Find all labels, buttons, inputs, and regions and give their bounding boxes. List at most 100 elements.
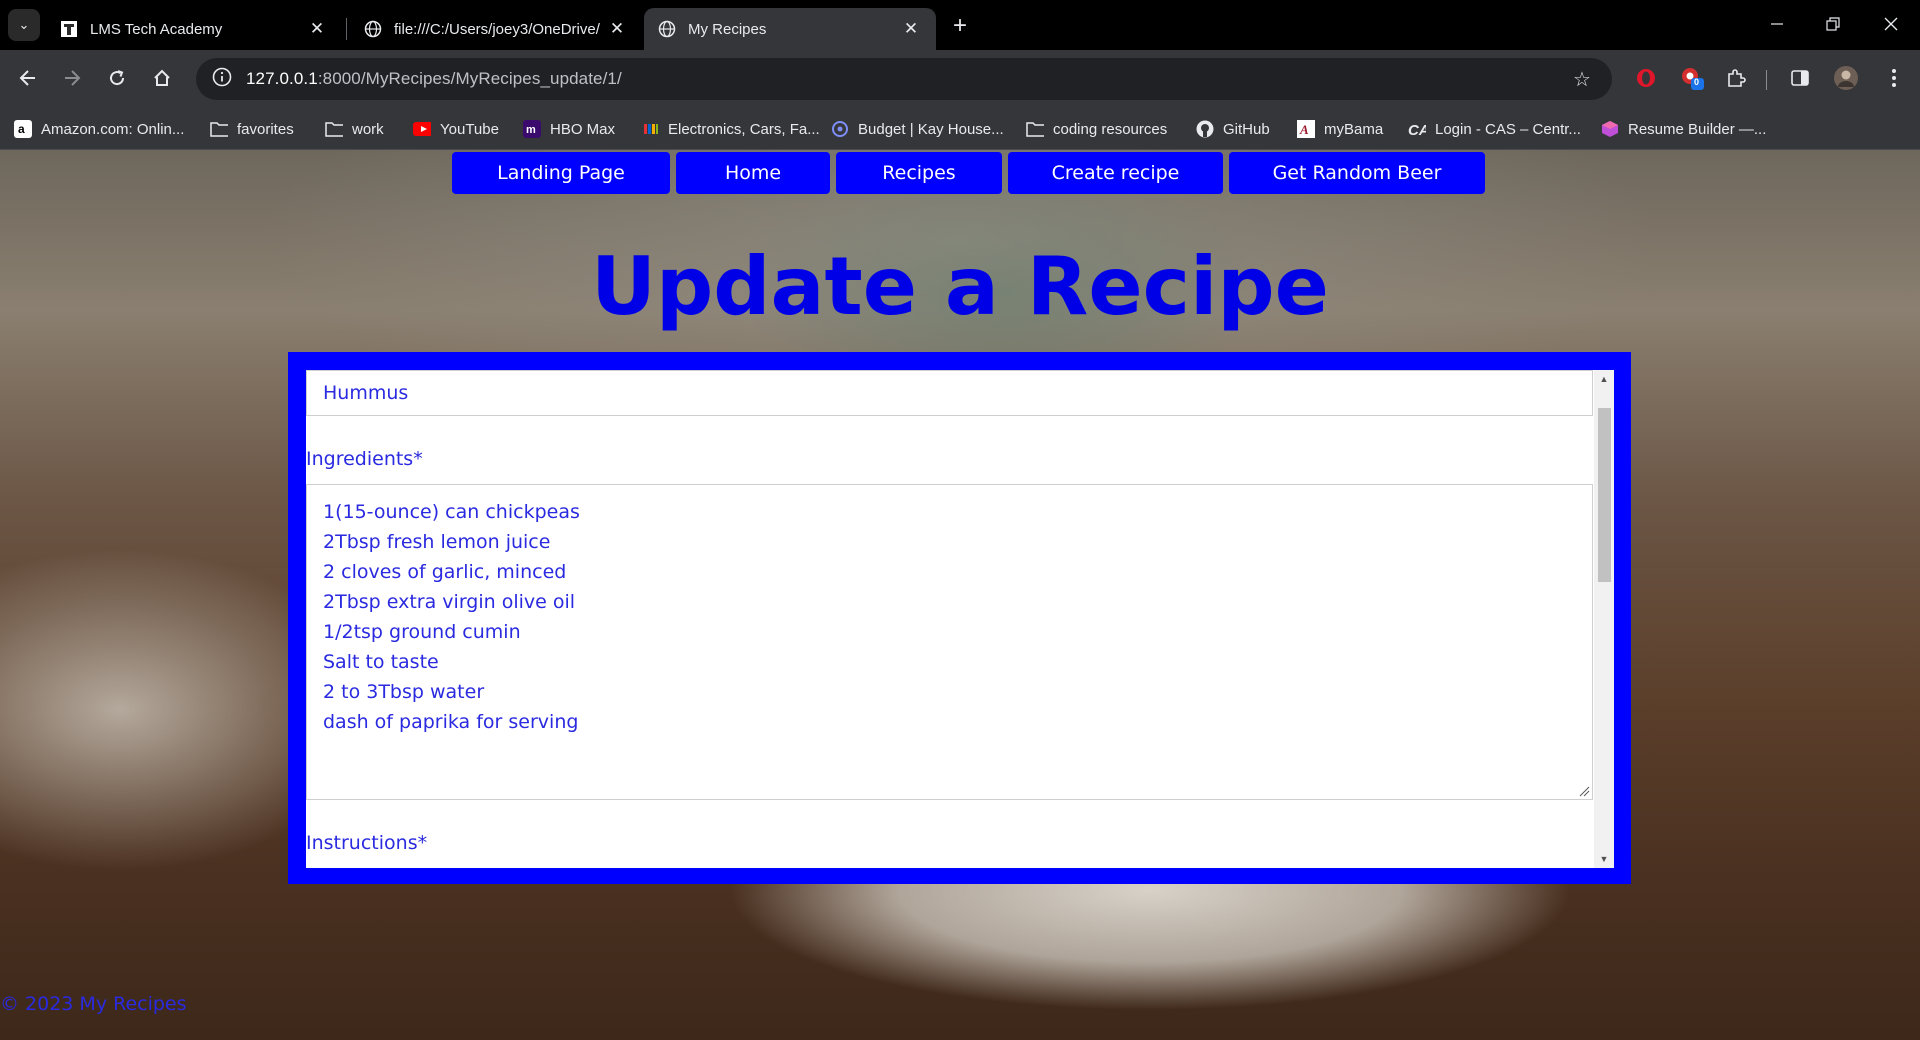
ingredient-line: 1(15-ounce) can chickpeas	[323, 501, 580, 523]
bookmarks-bar: a Amazon.com: Onlin... favorites work Yo…	[0, 108, 1920, 150]
recipe-form-frame: Hummus Ingredients* 1(15-ounce) can chic…	[288, 352, 1631, 884]
close-tab-icon[interactable]: ✕	[900, 18, 922, 40]
scrollbar-thumb[interactable]	[1598, 408, 1611, 582]
back-button[interactable]	[12, 62, 44, 94]
restore-icon	[1826, 17, 1840, 31]
bookmark-label: Amazon.com: Onlin...	[41, 120, 185, 138]
ingredients-textarea[interactable]: 1(15-ounce) can chickpeas 2Tbsp fresh le…	[306, 484, 1593, 800]
minimize-icon	[1771, 23, 1783, 25]
extension-badge-icon[interactable]: 0	[1678, 64, 1706, 92]
instructions-label: Instructions*	[306, 832, 428, 854]
resize-handle-icon[interactable]	[1578, 785, 1590, 797]
bookmark-hbo-max[interactable]: m HBO Max	[523, 116, 615, 142]
url-path: :8000/MyRecipes/MyRecipes_update/1/	[317, 69, 622, 88]
bookmark-folder-work[interactable]: work	[325, 116, 384, 142]
tab-title: file:///C:/Users/joey3/OneDrive/	[394, 20, 600, 38]
site-info-icon[interactable]	[212, 67, 232, 92]
bookmark-label: Resume Builder —...	[1628, 120, 1767, 138]
bookmark-label: coding resources	[1053, 120, 1168, 138]
bookmark-label: Login - CAS – Centr...	[1435, 120, 1581, 138]
folder-icon	[210, 120, 228, 138]
tab-search-button[interactable]: ⌄	[8, 9, 40, 41]
reload-button[interactable]	[101, 62, 133, 94]
ingredient-line: 1/2tsp ground cumin	[323, 621, 521, 643]
tab-lms-tech-academy[interactable]: LMS Tech Academy ✕	[46, 8, 342, 50]
bookmark-mybama[interactable]: A myBama	[1297, 116, 1383, 142]
side-panel-icon[interactable]	[1786, 64, 1814, 92]
forward-arrow-icon	[65, 70, 81, 86]
ingredient-line: 2Tbsp fresh lemon juice	[323, 531, 551, 553]
svg-text:m: m	[526, 124, 536, 136]
nav-create-recipe[interactable]: Create recipe	[1008, 152, 1223, 194]
bookmark-label: YouTube	[440, 120, 499, 138]
github-icon	[1196, 120, 1214, 138]
extensions-puzzle-icon[interactable]	[1722, 64, 1750, 92]
home-icon	[154, 69, 170, 86]
nav-home[interactable]: Home	[676, 152, 830, 194]
nav-recipes[interactable]: Recipes	[836, 152, 1002, 194]
address-bar[interactable]: 127.0.0.1:8000/MyRecipes/MyRecipes_updat…	[196, 58, 1612, 100]
svg-text:CAS: CAS	[1408, 122, 1426, 138]
recipe-name-input[interactable]: Hummus	[306, 370, 1593, 416]
bookmark-budget[interactable]: Budget | Kay House...	[831, 116, 1004, 142]
close-tab-icon[interactable]: ✕	[606, 18, 628, 40]
recipe-form: Hummus Ingredients* 1(15-ounce) can chic…	[306, 370, 1614, 868]
profile-avatar-icon[interactable]	[1832, 64, 1860, 92]
nav-landing-page[interactable]: Landing Page	[452, 152, 670, 194]
tab-title: LMS Tech Academy	[90, 20, 223, 38]
restore-button[interactable]	[1810, 8, 1856, 40]
back-arrow-icon	[19, 70, 35, 86]
alabama-icon: A	[1297, 120, 1315, 138]
hbo-max-icon: m	[523, 120, 541, 138]
ingredient-line: Salt to taste	[323, 651, 439, 673]
minimize-button[interactable]	[1754, 8, 1800, 40]
close-tab-icon[interactable]: ✕	[306, 18, 328, 40]
bookmark-folder-favorites[interactable]: favorites	[210, 116, 294, 142]
extension-badge-count: 0	[1694, 77, 1700, 87]
svg-text:a: a	[18, 122, 25, 136]
svg-text:A: A	[1299, 122, 1309, 137]
bookmark-label: GitHub	[1223, 120, 1270, 138]
form-scrollbar[interactable]: ▲ ▼	[1594, 370, 1614, 868]
bookmark-folder-coding[interactable]: coding resources	[1026, 116, 1167, 142]
bookmark-ebay[interactable]: Electronics, Cars, Fa...	[641, 116, 820, 142]
budget-icon	[831, 120, 849, 138]
ingredient-line: dash of paprika for serving	[323, 711, 579, 733]
bookmark-label: HBO Max	[550, 120, 616, 138]
bookmark-label: work	[352, 120, 384, 138]
nav-get-random-beer[interactable]: Get Random Beer	[1229, 152, 1485, 194]
scroll-down-icon[interactable]: ▼	[1594, 850, 1614, 868]
bookmark-cas-login[interactable]: CAS Login - CAS – Centr...	[1408, 116, 1581, 142]
new-tab-button[interactable]: +	[946, 12, 974, 40]
lms-favicon-icon	[60, 20, 78, 38]
ingredient-line: 2 cloves of garlic, minced	[323, 561, 567, 583]
folder-icon	[325, 120, 343, 138]
more-menu-icon[interactable]	[1880, 64, 1908, 92]
forward-button[interactable]	[56, 62, 88, 94]
bookmark-youtube[interactable]: YouTube	[413, 116, 499, 142]
globe-icon	[364, 20, 382, 38]
resume-builder-icon	[1601, 120, 1619, 138]
close-window-button[interactable]	[1868, 8, 1914, 40]
bookmark-star-icon[interactable]: ☆	[1570, 67, 1594, 91]
footer-copyright: © 2023 My Recipes	[0, 993, 187, 1015]
tab-strip: ⌄ LMS Tech Academy ✕ file:///C:/Users/jo…	[0, 0, 1920, 50]
bookmark-resume-builder[interactable]: Resume Builder —...	[1601, 116, 1766, 142]
ingredient-line: 2Tbsp extra virgin olive oil	[323, 591, 576, 613]
tab-file[interactable]: file:///C:/Users/joey3/OneDrive/ ✕	[350, 8, 642, 50]
browser-toolbar: 127.0.0.1:8000/MyRecipes/MyRecipes_updat…	[0, 50, 1920, 108]
bookmark-label: myBama	[1324, 120, 1384, 138]
bookmark-label: Electronics, Cars, Fa...	[668, 120, 820, 138]
toolbar-divider	[1766, 70, 1767, 90]
url-text: 127.0.0.1:8000/MyRecipes/MyRecipes_updat…	[246, 69, 622, 89]
bookmark-github[interactable]: GitHub	[1196, 116, 1270, 142]
extension-opera-icon[interactable]	[1632, 64, 1660, 92]
cas-icon: CAS	[1408, 120, 1426, 138]
bookmark-amazon[interactable]: a Amazon.com: Onlin...	[14, 116, 184, 142]
tab-title: My Recipes	[688, 20, 767, 38]
chevron-down-icon: ⌄	[18, 17, 30, 32]
home-button[interactable]	[146, 62, 178, 94]
scroll-up-icon[interactable]: ▲	[1594, 370, 1614, 388]
reload-icon	[110, 70, 125, 86]
tab-my-recipes[interactable]: My Recipes ✕	[644, 8, 936, 50]
